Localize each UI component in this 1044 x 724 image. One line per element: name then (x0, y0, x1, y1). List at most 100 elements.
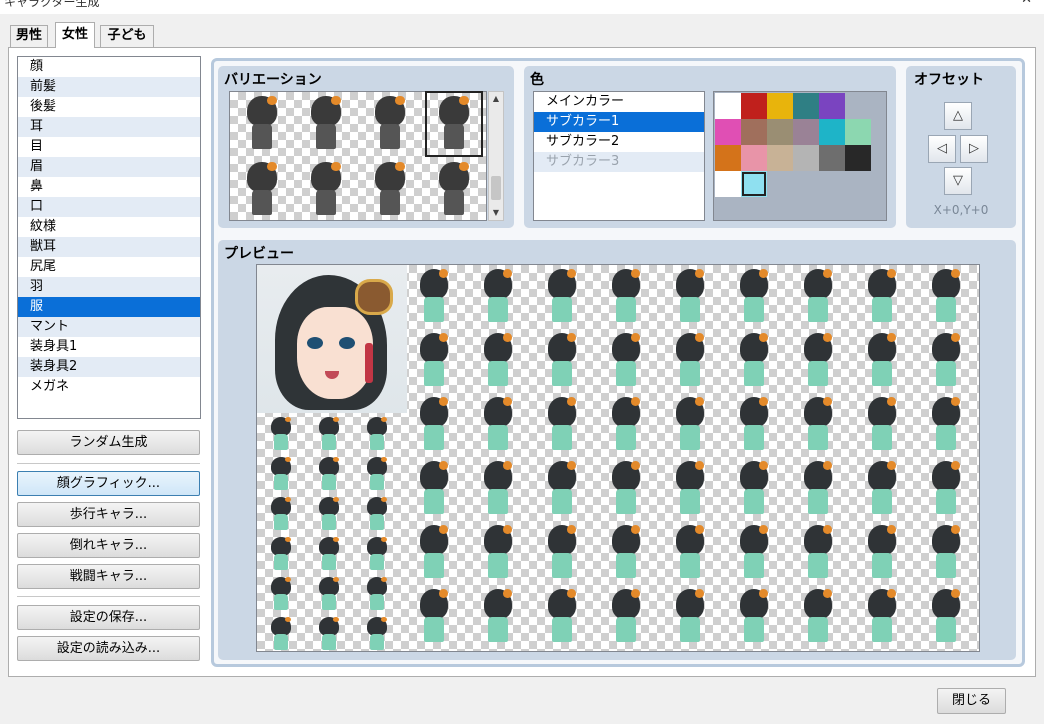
character-sprite (601, 331, 651, 391)
color-swatch[interactable] (715, 119, 741, 145)
variation-item[interactable] (300, 94, 352, 154)
character-sprite (729, 459, 779, 519)
parts-list-item[interactable]: 耳 (18, 117, 200, 137)
variation-scrollbar[interactable]: ▲ ▼ (488, 91, 504, 221)
character-sprite (311, 615, 347, 651)
color-swatch[interactable] (819, 93, 845, 119)
parts-list-item[interactable]: 後髪 (18, 97, 200, 117)
color-target-item[interactable]: メインカラー (534, 92, 704, 112)
character-sprite (409, 395, 459, 455)
offset-panel: オフセット △ ◁ ▷ ▽ X+0,Y+0 (906, 66, 1016, 228)
window-close-icon[interactable]: ✕ (1021, 0, 1032, 7)
load-settings-button[interactable]: 設定の読み込み... (17, 636, 200, 661)
variation-item[interactable] (364, 160, 416, 220)
parts-list-item[interactable]: 鼻 (18, 177, 200, 197)
random-generate-button[interactable]: ランダム生成 (17, 430, 200, 455)
offset-left-button[interactable]: ◁ (928, 135, 956, 163)
offset-down-button[interactable]: ▽ (944, 167, 972, 195)
parts-list-item[interactable]: 羽 (18, 277, 200, 297)
parts-list-item[interactable]: マント (18, 317, 200, 337)
character-sprite (601, 267, 651, 327)
color-target-list[interactable]: メインカラー サブカラー1 サブカラー2 サブカラー3 (533, 91, 705, 221)
scroll-up-icon[interactable]: ▲ (489, 92, 503, 106)
color-swatch[interactable] (741, 171, 767, 197)
tab-female[interactable]: 女性 (55, 22, 95, 48)
variation-item[interactable] (428, 160, 480, 220)
variation-item[interactable] (236, 160, 288, 220)
color-swatch[interactable] (741, 93, 767, 119)
character-sprite (263, 615, 299, 651)
walk-character-button[interactable]: 歩行キャラ... (17, 502, 200, 527)
color-swatch[interactable] (715, 93, 741, 119)
down-character-button[interactable]: 倒れキャラ... (17, 533, 200, 558)
parts-list-item[interactable]: 服 (18, 297, 200, 317)
parts-list-item[interactable]: 前髪 (18, 77, 200, 97)
variation-item[interactable] (364, 94, 416, 154)
color-swatch[interactable] (715, 171, 741, 197)
parts-list-item[interactable]: 顔 (18, 57, 200, 77)
scroll-down-icon[interactable]: ▼ (489, 206, 503, 220)
color-target-item[interactable]: サブカラー2 (534, 132, 704, 152)
color-swatch[interactable] (819, 119, 845, 145)
scroll-thumb[interactable] (491, 176, 501, 200)
save-settings-button[interactable]: 設定の保存... (17, 605, 200, 630)
character-sprite (263, 495, 299, 533)
variation-grid[interactable] (229, 91, 487, 221)
color-swatch[interactable] (793, 93, 819, 119)
bottom-bar: 閉じる (0, 678, 1044, 724)
color-swatch[interactable] (741, 145, 767, 171)
parts-list-item[interactable]: 口 (18, 197, 200, 217)
parts-list-item[interactable]: 装身具2 (18, 357, 200, 377)
tab-male[interactable]: 男性 (10, 25, 48, 47)
character-sprite (857, 459, 907, 519)
parts-list-item[interactable]: 獣耳 (18, 237, 200, 257)
character-sprite (409, 331, 459, 391)
color-swatch[interactable] (845, 119, 871, 145)
character-sprite (665, 587, 715, 647)
character-sprite (359, 575, 395, 613)
parts-list-item[interactable]: 眉 (18, 157, 200, 177)
parts-list-item[interactable]: 装身具1 (18, 337, 200, 357)
close-button[interactable]: 閉じる (937, 688, 1006, 714)
parts-list-item[interactable]: メガネ (18, 377, 200, 397)
color-swatch[interactable] (793, 145, 819, 171)
character-sprite (537, 459, 587, 519)
color-panel: 色 メインカラー サブカラー1 サブカラー2 サブカラー3 (524, 66, 896, 228)
character-sprite (409, 459, 459, 519)
color-swatch[interactable] (819, 145, 845, 171)
color-swatch[interactable] (741, 119, 767, 145)
battle-character-button[interactable]: 戦闘キャラ... (17, 564, 200, 589)
character-sprite (793, 267, 843, 327)
color-target-item[interactable]: サブカラー3 (534, 152, 704, 172)
color-swatch[interactable] (793, 119, 819, 145)
color-swatch[interactable] (767, 145, 793, 171)
character-sprite (601, 395, 651, 455)
variation-item[interactable] (300, 160, 352, 220)
color-swatch[interactable] (767, 119, 793, 145)
character-sprite (409, 267, 459, 327)
face-graphic-button[interactable]: 顔グラフィック... (17, 471, 200, 496)
color-title: 色 (530, 72, 544, 88)
parts-list[interactable]: 顔前髪 後髪耳目眉鼻口紋様 獣耳 尻尾羽服マント 装身具1 装身具2 メガネ (17, 56, 201, 419)
character-sprite (921, 331, 971, 391)
character-sprite (665, 523, 715, 583)
variation-item[interactable] (425, 91, 483, 157)
character-sprite (359, 495, 395, 533)
color-swatch[interactable] (767, 93, 793, 119)
parts-list-item[interactable]: 目 (18, 137, 200, 157)
parts-list-item[interactable]: 尻尾 (18, 257, 200, 277)
preview-title: プレビュー (224, 246, 294, 262)
character-sprite (921, 523, 971, 583)
color-swatch[interactable] (845, 145, 871, 171)
offset-right-button[interactable]: ▷ (960, 135, 988, 163)
color-target-item[interactable]: サブカラー1 (534, 112, 704, 132)
variation-item[interactable] (236, 94, 288, 154)
offset-up-button[interactable]: △ (944, 102, 972, 130)
character-sprite (537, 395, 587, 455)
parts-list-item[interactable]: 紋様 (18, 217, 200, 237)
tab-child[interactable]: 子ども (100, 25, 154, 47)
color-palette[interactable] (713, 91, 887, 221)
character-sprite (311, 455, 347, 493)
character-sprite (359, 535, 395, 573)
color-swatch[interactable] (715, 145, 741, 171)
